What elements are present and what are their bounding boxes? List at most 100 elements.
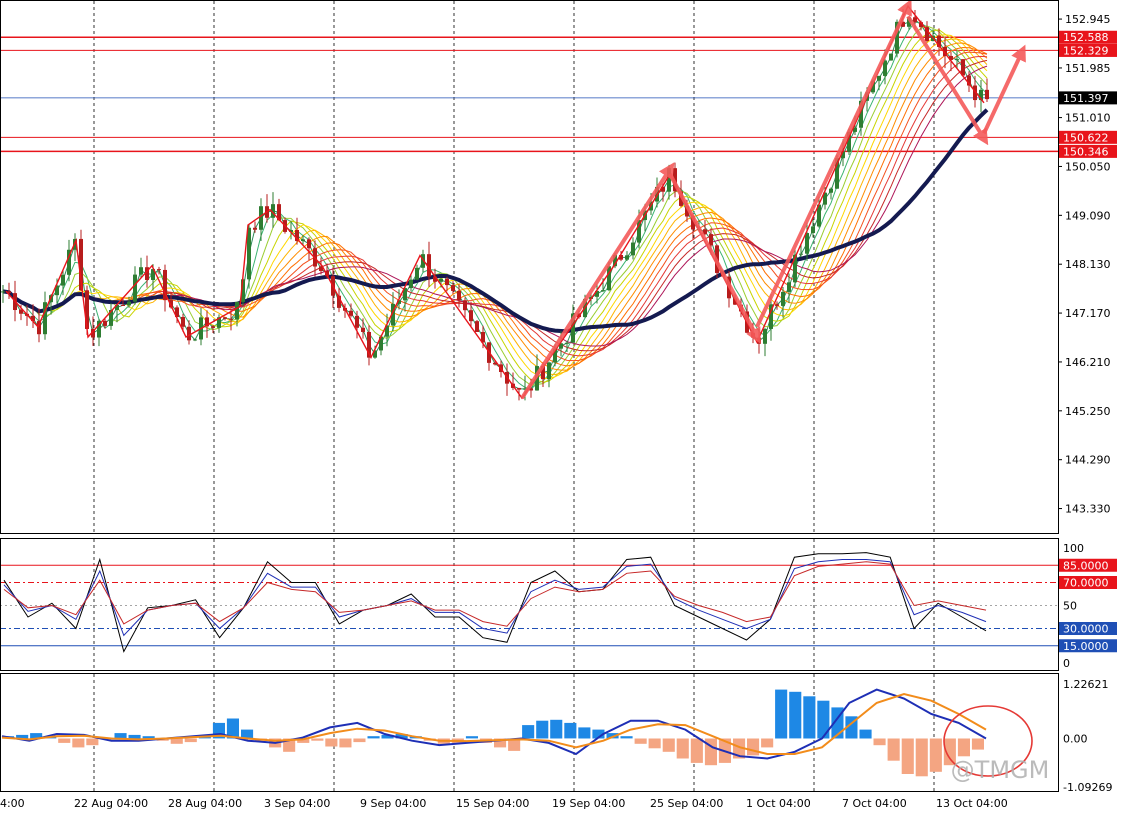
price-panel: 152.588152.329 150.622150.346 151.397 152.… xyxy=(0,0,1117,533)
candle-body xyxy=(139,267,143,275)
time-tick-label-7: 25 Sep 04:00 xyxy=(650,797,723,810)
osc-level-label-1: 70.0000 xyxy=(1063,577,1109,590)
macd-bar-55 xyxy=(775,689,788,739)
candle-body xyxy=(799,253,803,255)
candle-body xyxy=(877,75,881,81)
macd-bar-49 xyxy=(690,738,703,763)
candle-body xyxy=(235,301,239,320)
candle-body xyxy=(451,285,455,291)
candle-body xyxy=(229,318,233,320)
candle-body xyxy=(19,310,23,314)
macd-bar-68 xyxy=(957,738,970,757)
level-label-2: 150.622 xyxy=(1063,131,1109,144)
level-label-1: 152.329 xyxy=(1063,44,1109,57)
macd-panel: 1.22621 0.00 -1.09269 @TMGM xyxy=(0,674,1112,794)
macd-bar-47 xyxy=(662,738,675,752)
macd-bar-41 xyxy=(578,727,591,739)
time-tick-label-9: 7 Oct 04:00 xyxy=(842,797,907,810)
candle-body xyxy=(913,17,917,23)
macd-bar-69 xyxy=(971,738,984,750)
price-tick-label-0: 152.945 xyxy=(1065,13,1111,26)
candle-body xyxy=(709,234,713,246)
macd-bar-54 xyxy=(761,738,774,748)
macd-bar-6 xyxy=(86,738,99,746)
macd-bar-37 xyxy=(522,725,535,739)
candle-body xyxy=(61,274,65,286)
macd-bar-65 xyxy=(915,738,928,777)
macd-bar-33 xyxy=(465,736,478,739)
price-tick-label-9: 144.290 xyxy=(1065,454,1111,467)
macd-bar-63 xyxy=(887,738,900,761)
candle-body xyxy=(193,339,197,341)
osc-level-label-3: 15.0000 xyxy=(1063,640,1109,653)
candle-body xyxy=(469,310,473,322)
candle-body xyxy=(415,267,419,280)
macd-bar-39 xyxy=(550,719,563,739)
candle-body xyxy=(1,291,5,293)
macd-bar-45 xyxy=(634,738,647,744)
time-tick-label-8: 1 Oct 04:00 xyxy=(746,797,811,810)
macd-bar-64 xyxy=(901,738,914,774)
candle-body xyxy=(547,362,551,380)
candle-body xyxy=(445,278,449,286)
time-tick-label-5: 15 Sep 04:00 xyxy=(456,797,529,810)
chart-canvas[interactable]: 152.588152.329 150.622150.346 151.397 152.… xyxy=(0,0,1125,814)
time-tick-label-10: 13 Oct 04:00 xyxy=(936,797,1008,810)
candle-body xyxy=(157,269,161,271)
macd-bar-38 xyxy=(536,720,549,739)
level-label-0: 152.588 xyxy=(1063,31,1109,44)
candle-body xyxy=(103,320,107,326)
candle-body xyxy=(301,239,305,242)
price-tick-label-10: 143.330 xyxy=(1065,503,1111,516)
candle-body xyxy=(631,242,635,256)
macd-tick-label-1: 0.00 xyxy=(1063,732,1088,745)
candle-body xyxy=(307,239,311,249)
price-tick-label-1: 151.985 xyxy=(1065,62,1111,75)
macd-bar-44 xyxy=(620,736,633,739)
time-tick-label-0: Aug 04:00 xyxy=(0,797,25,810)
macd-bar-25 xyxy=(353,738,366,743)
candle-body xyxy=(463,300,467,311)
macd-tick-label-0: 1.22621 xyxy=(1063,678,1109,691)
macd-bar-66 xyxy=(929,738,942,772)
candle-body xyxy=(985,89,989,100)
trading-chart[interactable]: 152.588 152.329 150.622 150.346 151.397 152.… xyxy=(0,0,1125,814)
candle-body xyxy=(457,290,461,301)
osc-level-label-2: 30.0000 xyxy=(1063,623,1109,636)
candle-body xyxy=(787,282,791,292)
candle-body xyxy=(955,59,959,61)
osc-level-label-0: 85.0000 xyxy=(1063,559,1109,572)
candle-body xyxy=(253,227,257,230)
macd-bar-4 xyxy=(58,738,71,743)
macd-bar-8 xyxy=(114,733,127,739)
time-tick-label-3: 3 Sep 04:00 xyxy=(264,797,330,810)
current-price-label: 151.397 xyxy=(1063,92,1109,105)
candle-body xyxy=(889,53,893,61)
candle-body xyxy=(349,310,353,316)
macd-bar-48 xyxy=(676,738,689,759)
macd-bar-13 xyxy=(184,738,197,743)
candle-body xyxy=(775,304,779,306)
macd-bar-23 xyxy=(325,738,338,747)
osc-tick-label-2: 0 xyxy=(1063,657,1070,670)
macd-bar-46 xyxy=(648,738,661,749)
watermark-text: @TMGM xyxy=(951,756,1050,784)
price-tick-label-8: 145.250 xyxy=(1065,405,1111,418)
macd-bar-5 xyxy=(72,738,85,748)
macd-bar-56 xyxy=(789,691,802,739)
macd-bar-22 xyxy=(311,738,324,741)
time-tick-label-1: 22 Aug 04:00 xyxy=(74,797,148,810)
level-label-3: 150.346 xyxy=(1063,145,1109,158)
macd-tick-label-2: -1.09269 xyxy=(1063,781,1112,794)
candle-body xyxy=(187,326,191,341)
price-tick-label-2: 151.010 xyxy=(1065,112,1111,125)
candle-body xyxy=(409,279,413,289)
price-tick-label-7: 146.210 xyxy=(1065,356,1111,369)
macd-bar-9 xyxy=(128,734,141,739)
candle-body xyxy=(259,206,263,230)
candle-body xyxy=(829,188,833,193)
macd-bar-62 xyxy=(873,738,886,746)
candle-body xyxy=(439,278,443,282)
price-axis: 152.945 151.985 151.010 150.050 149.090 148.1… xyxy=(1058,13,1111,516)
candle-body xyxy=(781,291,785,306)
